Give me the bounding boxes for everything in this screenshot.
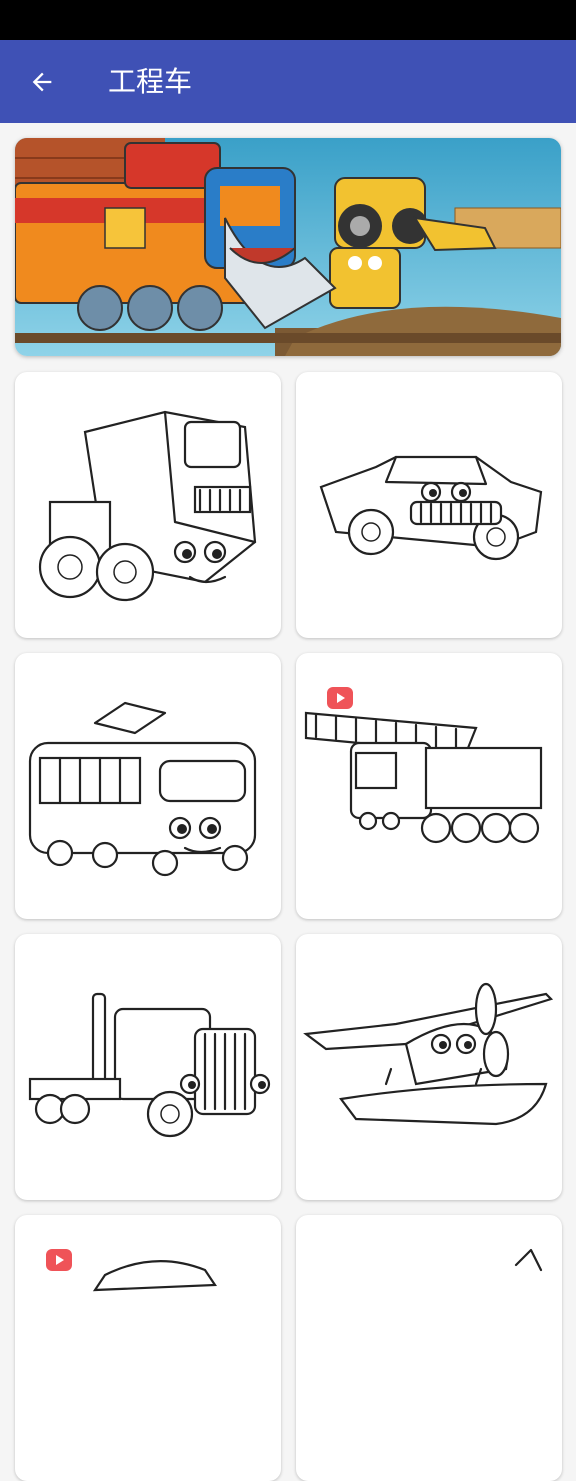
cartoon-vehicle-coloring-icon: [514, 1248, 543, 1272]
coloring-card[interactable]: [15, 653, 281, 919]
coloring-card[interactable]: [15, 1215, 281, 1481]
cartoon-tram-coloring-icon: [28, 701, 257, 877]
video-lock-badge: [327, 687, 353, 709]
coloring-card[interactable]: [296, 653, 562, 919]
coloring-card[interactable]: [296, 1215, 562, 1481]
coloring-card[interactable]: [296, 934, 562, 1200]
status-bar: [0, 0, 576, 40]
arrow-back-icon: [32, 72, 52, 92]
video-lock-badge: [46, 1249, 72, 1271]
header-banner-image[interactable]: [15, 138, 561, 356]
cartoon-seaplane-coloring-icon: [303, 982, 554, 1126]
cartoon-vintage-car-coloring-icon: [319, 455, 543, 561]
coloring-card[interactable]: [15, 934, 281, 1200]
coloring-card[interactable]: [15, 372, 281, 638]
page-title: 工程车: [108, 65, 193, 98]
cartoon-vehicles-banner: [15, 138, 561, 356]
cartoon-semi-truck-coloring-icon: [28, 992, 271, 1138]
cartoon-truck-coloring-icon: [38, 410, 257, 602]
back-button[interactable]: [20, 60, 64, 104]
coloring-card[interactable]: [296, 372, 562, 638]
play-icon: [337, 693, 345, 703]
app-bar: 工程车: [0, 40, 576, 123]
play-icon: [56, 1255, 64, 1265]
